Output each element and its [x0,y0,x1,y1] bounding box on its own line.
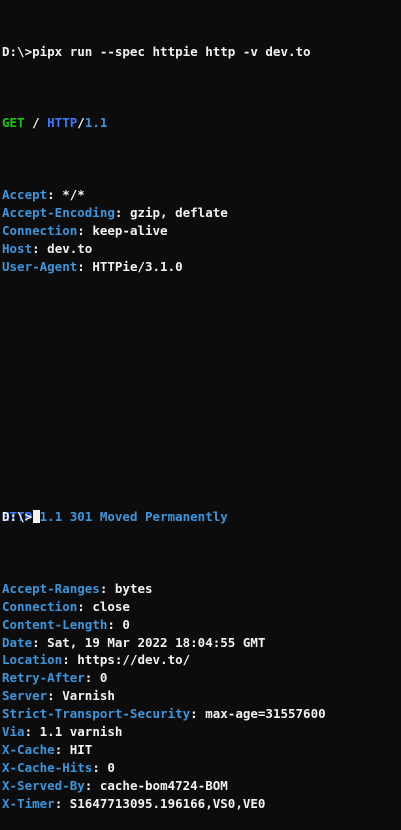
prompt: D:\> [2,509,33,524]
command-line: D:\>pipx run --spec httpie http -v dev.t… [2,43,311,59]
input-prompt-line[interactable]: D:\> [2,508,41,526]
header-separator: : [54,795,70,811]
header-value: 0 [107,759,115,775]
header-line: Host: dev.to [2,240,401,258]
header-value: cache-bom4724-BOM [99,777,228,793]
header-line: Connection: keep-alive [2,222,401,240]
header-separator: : [62,652,78,668]
header-key: Accept-Encoding [2,204,115,220]
header-key: Connection [2,598,78,614]
header-separator: : [54,741,70,757]
text-cursor [33,510,41,523]
request-version: 1.1 [84,115,108,131]
header-key: Strict-Transport-Security [2,706,191,722]
header-key: Host [2,240,33,256]
header-key: Server [2,688,48,704]
request-protocol: HTTP [47,115,78,131]
header-line: X-Served-By: cache-bom4724-BOM [2,777,401,795]
header-separator: : [92,759,108,775]
header-key: Date [2,634,33,650]
header-separator: : [84,777,100,793]
header-value: bytes [114,580,153,596]
request-separator: / [24,115,48,131]
header-separator: : [47,688,63,704]
header-line: X-Cache-Hits: 0 [2,759,401,777]
response-headers: Accept-Ranges: bytes Connection: close Con… [2,580,401,813]
header-value: Varnish [62,688,115,704]
header-key: Accept-Ranges [2,580,100,596]
header-line: Date: Sat, 19 Mar 2022 18:04:55 GMT [2,634,401,652]
response-status-line: HTTP/1.1 301 Moved Permanently [2,508,401,526]
header-value: HTTPie/3.1.0 [92,258,183,274]
header-line: X-Cache: HIT [2,741,401,759]
header-value: gzip, deflate [129,204,228,220]
header-separator: : [32,634,48,650]
header-separator: : [77,222,93,238]
header-key: Connection [2,222,78,238]
request-line: GET / HTTP/1.1 [2,114,401,132]
header-separator: : [114,204,130,220]
header-line: Location: https://dev.to/ [2,651,401,669]
header-value: dev.to [47,240,93,256]
terminal-window[interactable]: D:\>pipx run --spec httpie http -v dev.t… [0,0,401,811]
header-key: User-Agent [2,258,78,274]
header-key: Content-Length [2,616,108,632]
header-value: */* [62,187,85,203]
response-version: 1.1 [39,509,63,525]
header-value: keep-alive [92,222,168,238]
header-separator: : [99,580,115,596]
header-key: Via [2,723,25,739]
header-key: Retry-After [2,670,85,686]
header-line: Accept: */* [2,186,401,204]
header-line: X-Timer: S1647713095.196166,VS0,VE0 [2,795,401,813]
header-key: Location [2,652,63,668]
header-separator: : [32,240,48,256]
header-separator: : [77,258,93,274]
request-headers: Accept: */* Accept-Encoding: gzip, deflat… [2,186,401,275]
header-value: 0 [99,670,108,686]
header-key: X-Served-By [2,777,85,793]
response-status: 301 Moved Permanently [62,509,228,525]
header-value: HIT [69,741,93,757]
header-line: Content-Length: 0 [2,616,401,634]
header-line: Retry-After: 0 [2,669,401,687]
header-value: Sat, 19 Mar 2022 18:04:55 GMT [47,634,266,650]
header-key: X-Cache [2,741,55,757]
header-separator: : [107,616,123,632]
header-value: max-age=31557600 [205,706,326,722]
header-line: Via: 1.1 varnish [2,723,401,741]
request-method: GET [2,115,25,131]
header-separator: : [190,706,206,722]
header-value: 1.1 varnish [39,723,123,739]
header-value: S1647713095.196166,VS0,VE0 [69,795,266,811]
header-value: close [92,598,130,614]
header-line: Accept-Encoding: gzip, deflate [2,204,401,222]
header-separator: : [47,187,63,203]
header-line: Server: Varnish [2,687,401,705]
header-line: User-Agent: HTTPie/3.1.0 [2,258,401,276]
header-line: Accept-Ranges: bytes [2,580,401,598]
header-key: Accept [2,187,48,203]
header-separator: : [84,670,100,686]
header-key: X-Timer [2,795,55,811]
request-protocol-slash: / [77,115,85,131]
header-key: X-Cache-Hits [2,759,93,775]
header-separator: : [77,598,93,614]
header-line: Strict-Transport-Security: max-age=31557… [2,705,401,723]
header-value: 0 [122,616,130,632]
header-separator: : [24,723,40,739]
header-line: Connection: close [2,598,401,616]
header-value: https://dev.to/ [77,652,191,668]
